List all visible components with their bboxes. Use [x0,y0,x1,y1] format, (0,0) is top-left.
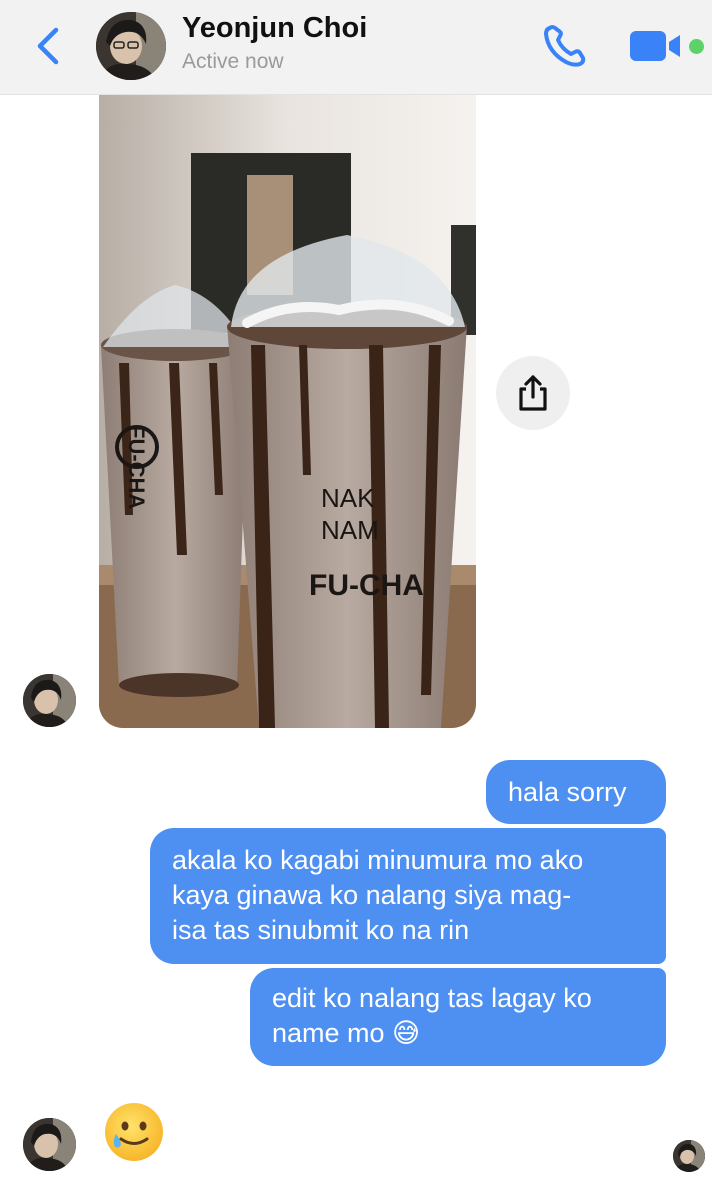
message-text: hala sorry [508,777,627,807]
share-button[interactable] [496,356,570,430]
sender-avatar[interactable] [23,1118,76,1171]
incoming-photo-message[interactable]: FU-CHA NAK NAM FU-CHA [99,95,476,728]
cup-right-logo-nak: NAK [321,483,375,513]
outgoing-message[interactable]: akala ko kagabi minumura mo ako kaya gin… [150,828,666,964]
video-call-button[interactable] [628,28,684,64]
active-status: Active now [182,50,284,73]
cup-right-logo-nam: NAM [321,515,379,545]
message-text: edit ko nalang tas lagay ko [272,983,592,1013]
message-text: kaya ginawa ko nalang siya mag- [172,880,572,910]
outgoing-message[interactable]: edit ko nalang tas lagay ko name mo 😅 [250,968,666,1066]
message-text: name mo 😅 [272,1018,421,1048]
back-button[interactable] [28,22,68,70]
contact-name[interactable]: Yeonjun Choi [182,12,367,45]
share-icon [519,375,547,411]
chat-header: Yeonjun Choi Active now [0,0,712,95]
smiling-face-with-tear-emoji [105,1103,163,1161]
cup-right-brand: FU-CHA [309,569,424,602]
call-button[interactable] [540,22,590,70]
sender-avatar[interactable] [23,674,76,727]
message-text: akala ko kagabi minumura mo ako [172,845,584,875]
incoming-emoji-message[interactable] [102,1100,166,1164]
seen-receipt-avatar [673,1140,705,1172]
phone-icon [544,25,586,67]
online-indicator [689,39,704,54]
contact-avatar[interactable] [96,12,166,80]
outgoing-message[interactable]: hala sorry [486,760,666,824]
video-camera-icon [630,31,680,61]
chevron-left-icon [37,27,59,65]
message-text: isa tas sinubmit ko na rin [172,915,470,945]
